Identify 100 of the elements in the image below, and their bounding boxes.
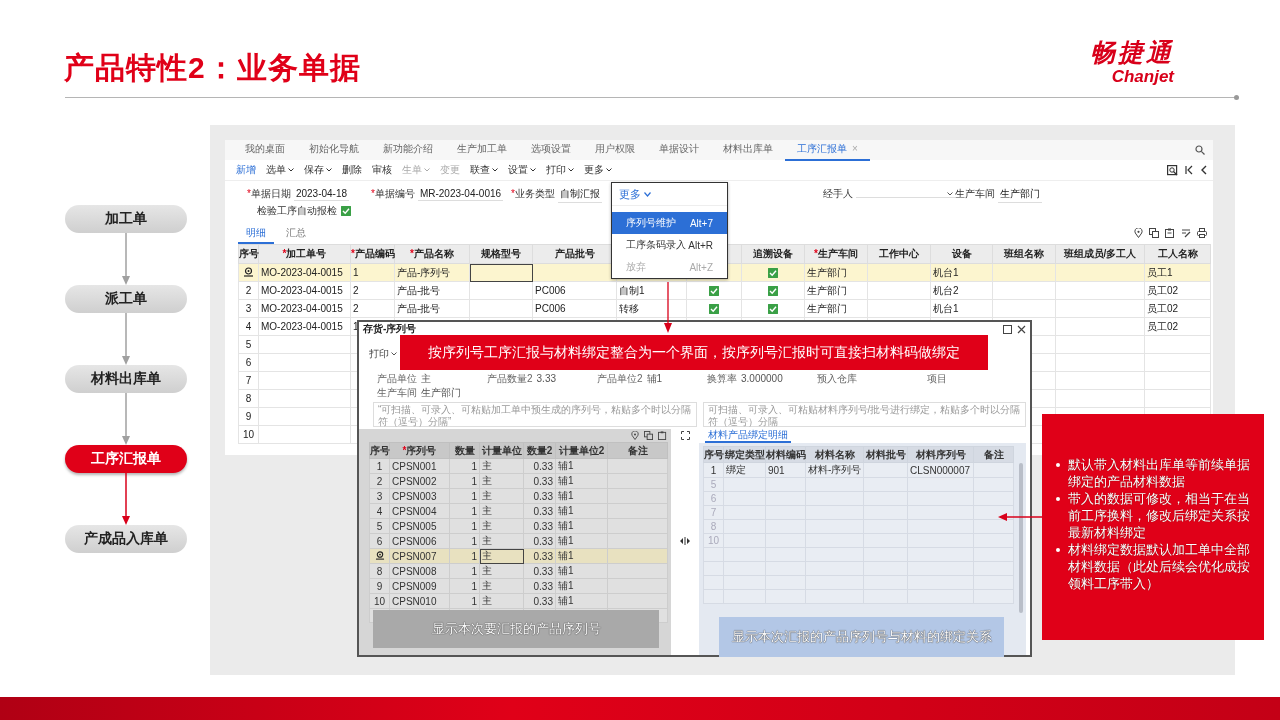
column-header: *生产车间 <box>814 248 858 259</box>
table-cell: 产品-批号 <box>397 284 441 296</box>
flow-step: 派工单 <box>65 285 187 313</box>
checkbox[interactable] <box>709 285 719 296</box>
toolbar-button[interactable]: 审核 <box>367 162 397 178</box>
location-icon[interactable] <box>1134 228 1143 238</box>
page-tab[interactable]: 用户权限 <box>583 139 647 161</box>
paste-icon[interactable] <box>1165 228 1175 238</box>
table-cell: 主 <box>482 580 492 591</box>
close-icon[interactable] <box>1017 324 1026 334</box>
printer-icon[interactable] <box>1197 228 1207 238</box>
page-tab[interactable]: 初始化导航 <box>297 139 371 161</box>
column-header: *序列号 <box>402 444 437 456</box>
expand-icon[interactable] <box>680 431 690 440</box>
paste-icon[interactable] <box>658 431 667 440</box>
row-number: 6 <box>245 357 252 368</box>
table-cell: 辅1 <box>558 475 574 486</box>
table-cell: CPSN003 <box>392 490 437 502</box>
table-cell: 1 <box>471 535 477 547</box>
toolbar-button[interactable]: 联查 <box>465 162 503 178</box>
checkbox[interactable] <box>341 206 351 216</box>
scan-input-field[interactable]: 可扫描、可录入、可粘贴材料序列号/批号进行绑定，粘贴多个时以分隔符（逗号）分隔 <box>702 402 1026 427</box>
field-label: 生产车间 <box>955 187 995 201</box>
table-cell: 1 <box>471 565 477 577</box>
table-cell: 0.33 <box>533 520 553 532</box>
checkbox[interactable] <box>709 303 719 314</box>
input-field[interactable]: 生产部门 <box>998 185 1042 203</box>
menu-item[interactable]: 工序条码录入 Alt+R <box>612 234 727 256</box>
checkbox[interactable] <box>768 303 778 314</box>
table-cell: 主 <box>482 505 492 516</box>
checkbox[interactable] <box>768 267 778 278</box>
banner: 按序列号工序汇报与材料绑定整合为一个界面，按序列号汇报时可直接扫材料码做绑定 <box>400 335 988 370</box>
field-label: 项目 <box>927 371 947 386</box>
input-field[interactable]: MR-2023-04-0016 <box>417 187 504 201</box>
select-field[interactable] <box>856 190 955 198</box>
print-button[interactable]: 打印 <box>369 347 397 361</box>
scan-input-field[interactable]: “可扫描、可录入、可粘贴加工单中预生成的序列号，粘贴多个时以分隔符（逗号）分隔” <box>373 402 697 427</box>
table-cell: 1 <box>471 460 477 472</box>
toolbar-button[interactable]: 保存 <box>299 162 337 178</box>
copy-icon[interactable] <box>1149 228 1159 238</box>
page-tab[interactable]: 新功能介绍 <box>371 139 445 161</box>
column-header: 数量2 <box>526 444 553 456</box>
toolbar-button[interactable]: 打印 <box>541 162 579 178</box>
toolbar-button[interactable]: 更多 <box>579 162 617 178</box>
page-tab[interactable]: 我的桌面 <box>233 139 297 161</box>
row-number: 3 <box>376 490 383 502</box>
search-icon[interactable] <box>1195 145 1205 155</box>
row-number: 9 <box>376 580 383 592</box>
page-tab[interactable]: 单据设计 <box>647 139 711 161</box>
column-header: 设备 <box>951 248 972 259</box>
column-header: 计量单位2 <box>558 444 605 456</box>
column-header: 序号 <box>370 444 390 456</box>
row-number: 6 <box>376 535 383 547</box>
bullet-text: 材料绑定数据默认加工单中全部材料数据（此处后续会优化成按领料工序带入） <box>1068 541 1251 592</box>
table-cell: 机台1 <box>933 266 959 278</box>
table-cell: 5 <box>710 479 717 490</box>
toolbar-button[interactable]: 新增 <box>231 162 261 178</box>
checkbox-label: 检验工序自动报检 <box>257 204 337 218</box>
page-tab[interactable]: 生产加工单 <box>445 139 519 161</box>
table-cell: 主 <box>482 535 492 546</box>
menu-title[interactable]: 更多 <box>612 183 727 206</box>
row-number: 5 <box>376 520 383 532</box>
field-value: 辅1 <box>646 371 663 386</box>
table-cell: CPSN009 <box>392 580 437 592</box>
location-icon[interactable] <box>631 431 639 440</box>
toolbar-button[interactable]: 删除 <box>337 162 367 178</box>
copy-icon[interactable] <box>644 431 653 440</box>
field-label: *业务类型 <box>511 187 555 201</box>
checkbox[interactable] <box>768 285 778 296</box>
table-cell: 绑定 <box>726 464 746 475</box>
splitter-handle-icon[interactable] <box>680 537 690 545</box>
table-cell: 生产部门 <box>807 266 847 278</box>
page-tab[interactable]: 工序汇报单 × <box>785 139 870 161</box>
menu-item[interactable]: 序列号维护 Alt+7 <box>612 212 727 234</box>
caret-icon <box>606 168 612 172</box>
previous-record-icon[interactable] <box>1200 165 1207 175</box>
input-field[interactable]: 2023-04-18 <box>293 187 350 201</box>
table-cell: CPSN006 <box>392 535 437 547</box>
column-header: 材料批号 <box>865 448 906 460</box>
detail-tab[interactable]: 汇总 <box>278 224 314 244</box>
edit-icon[interactable] <box>1181 228 1191 238</box>
column-header: 追溯设备 <box>753 248 793 259</box>
page-tab[interactable]: 材料出库单 <box>711 139 785 161</box>
flow-arrow <box>121 233 131 285</box>
field-value: 主 <box>421 371 431 386</box>
field-label: *单据编号 <box>371 187 415 201</box>
first-record-icon[interactable] <box>1185 165 1193 175</box>
table-cell: CPSN002 <box>392 475 437 487</box>
row-number: 10 <box>373 595 386 607</box>
field-label: 经手人 <box>823 187 853 201</box>
preview-icon[interactable] <box>1167 164 1178 176</box>
toolbar-button[interactable]: 设置 <box>503 162 541 178</box>
table-cell: CPSN010 <box>392 595 437 607</box>
field-label: 生产车间 <box>377 385 417 400</box>
input-field[interactable]: 自制汇报 <box>557 185 602 203</box>
maximize-icon[interactable] <box>1003 324 1012 334</box>
table-cell: 员工02 <box>1147 284 1179 296</box>
toolbar-button[interactable]: 选单 <box>261 162 299 178</box>
row-number: 2 <box>376 475 383 487</box>
page-tab[interactable]: 选项设置 <box>519 139 583 161</box>
